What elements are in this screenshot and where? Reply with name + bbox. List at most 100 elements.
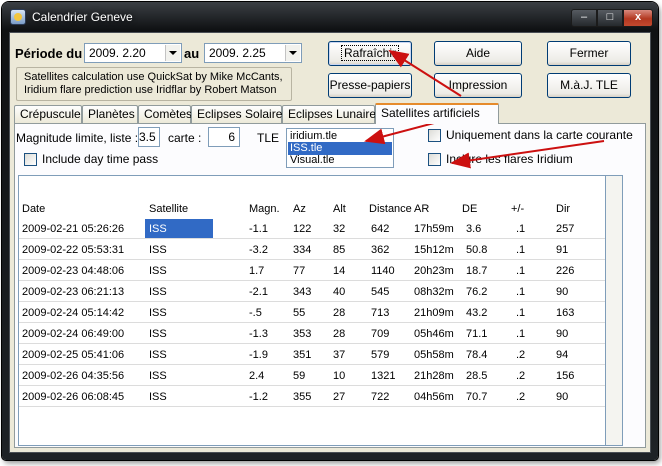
cell-satellite[interactable]: ISS bbox=[149, 265, 167, 277]
cell-direction[interactable]: 163 bbox=[556, 307, 574, 319]
cell-magnitude[interactable]: 1.7 bbox=[249, 265, 264, 277]
cell-ar[interactable]: 05h58m bbox=[414, 349, 454, 361]
cell-distance[interactable]: 545 bbox=[371, 286, 389, 298]
cell-magnitude[interactable]: -.5 bbox=[249, 307, 262, 319]
cell-magnitude[interactable]: 2.4 bbox=[249, 370, 264, 382]
cell-de[interactable]: 76.2 bbox=[466, 286, 487, 298]
cell-error[interactable]: .1 bbox=[516, 223, 525, 235]
chevron-down-icon[interactable] bbox=[165, 45, 180, 61]
column-header-altitude[interactable]: Alt bbox=[333, 203, 346, 215]
cell-azimuth[interactable]: 59 bbox=[293, 370, 305, 382]
cell-date[interactable]: 2009-02-24 05:14:42 bbox=[22, 307, 124, 319]
cell-azimuth[interactable]: 77 bbox=[293, 265, 305, 277]
column-header-de[interactable]: DE bbox=[462, 203, 477, 215]
column-header-magnitude[interactable]: Magn. bbox=[249, 203, 280, 215]
tab-satellites-artificiels[interactable]: Satellites artificiels bbox=[375, 103, 499, 124]
cell-de[interactable]: 50.8 bbox=[466, 244, 487, 256]
cell-magnitude[interactable]: -1.2 bbox=[249, 391, 268, 403]
cell-magnitude[interactable]: -1.3 bbox=[249, 328, 268, 340]
cell-distance[interactable]: 362 bbox=[371, 244, 389, 256]
cell-de[interactable]: 3.6 bbox=[466, 223, 481, 235]
cell-magnitude[interactable]: -1.1 bbox=[249, 223, 268, 235]
cell-altitude[interactable]: 28 bbox=[333, 307, 345, 319]
cell-distance[interactable]: 1140 bbox=[371, 265, 395, 277]
cell-satellite[interactable]: ISS bbox=[149, 244, 167, 256]
cell-distance[interactable]: 1321 bbox=[371, 370, 395, 382]
cell-direction[interactable]: 91 bbox=[556, 244, 568, 256]
cell-magnitude[interactable]: -3.2 bbox=[249, 244, 268, 256]
cell-altitude[interactable]: 32 bbox=[333, 223, 345, 235]
cell-azimuth[interactable]: 334 bbox=[293, 244, 311, 256]
cell-direction[interactable]: 90 bbox=[556, 286, 568, 298]
column-header-ar[interactable]: AR bbox=[414, 203, 429, 215]
tab-cometes[interactable]: Comètes bbox=[138, 105, 192, 123]
map-magnitude-input[interactable]: 6 bbox=[208, 127, 240, 147]
cell-altitude[interactable]: 10 bbox=[333, 370, 345, 382]
magnitude-list-input[interactable]: 3.5 bbox=[138, 127, 160, 147]
cell-de[interactable]: 78.4 bbox=[466, 349, 487, 361]
cell-azimuth[interactable]: 343 bbox=[293, 286, 311, 298]
cell-satellite[interactable]: ISS bbox=[149, 391, 167, 403]
table-scrollbar[interactable] bbox=[606, 175, 623, 446]
column-header-error[interactable]: +/- bbox=[511, 203, 524, 215]
cell-ar[interactable]: 08h32m bbox=[414, 286, 454, 298]
tab-crepuscule[interactable]: Crépuscule bbox=[14, 105, 82, 123]
maximize-button[interactable]: □ bbox=[597, 9, 623, 27]
cell-date[interactable]: 2009-02-24 06:49:00 bbox=[22, 328, 124, 340]
close-button[interactable]: Fermer bbox=[547, 41, 631, 66]
cell-direction[interactable]: 90 bbox=[556, 328, 568, 340]
tab-eclipses-lunaires[interactable]: Eclipses Lunaires bbox=[282, 105, 382, 123]
cell-date[interactable]: 2009-02-23 04:48:06 bbox=[22, 265, 124, 277]
cell-date[interactable]: 2009-02-21 05:26:26 bbox=[22, 223, 124, 235]
cell-azimuth[interactable]: 355 bbox=[293, 391, 311, 403]
column-header-satellite[interactable]: Satellite bbox=[149, 203, 188, 215]
column-header-azimuth[interactable]: Az bbox=[293, 203, 306, 215]
cell-date[interactable]: 2009-02-22 05:53:31 bbox=[22, 244, 124, 256]
cell-satellite[interactable]: ISS bbox=[149, 370, 167, 382]
cell-distance[interactable]: 642 bbox=[371, 223, 389, 235]
only-in-map-checkbox[interactable] bbox=[428, 129, 441, 142]
cell-distance[interactable]: 579 bbox=[371, 349, 389, 361]
daytime-pass-checkbox[interactable] bbox=[24, 153, 37, 166]
cell-error[interactable]: .2 bbox=[516, 349, 525, 361]
cell-altitude[interactable]: 27 bbox=[333, 391, 345, 403]
period-to-select[interactable]: 2009. 2.25 bbox=[204, 43, 302, 63]
results-table[interactable]: Date Satellite Magn. Az Alt Distance AR … bbox=[18, 175, 606, 446]
cell-altitude[interactable]: 40 bbox=[333, 286, 345, 298]
cell-error[interactable]: .1 bbox=[516, 244, 525, 256]
clipboard-button[interactable]: Presse-papiers bbox=[328, 73, 412, 98]
refresh-button[interactable]: Rafraîchir bbox=[328, 41, 412, 66]
cell-ar[interactable]: 21h28m bbox=[414, 370, 454, 382]
close-window-button[interactable]: x bbox=[623, 9, 653, 27]
include-iridium-checkbox[interactable] bbox=[428, 153, 441, 166]
cell-ar[interactable]: 17h59m bbox=[414, 223, 454, 235]
cell-satellite[interactable]: ISS bbox=[149, 286, 167, 298]
cell-error[interactable]: .1 bbox=[516, 265, 525, 277]
tab-planetes[interactable]: Planètes bbox=[82, 105, 138, 123]
tle-file-list[interactable]: iridium.tle ISS.tle Visual.tle bbox=[286, 128, 394, 168]
cell-azimuth[interactable]: 353 bbox=[293, 328, 311, 340]
cell-satellite[interactable]: ISS bbox=[149, 307, 167, 319]
column-header-distance[interactable]: Distance bbox=[369, 203, 412, 215]
cell-de[interactable]: 70.7 bbox=[466, 391, 487, 403]
cell-azimuth[interactable]: 122 bbox=[293, 223, 311, 235]
cell-de[interactable]: 18.7 bbox=[466, 265, 487, 277]
cell-satellite[interactable]: ISS bbox=[149, 349, 167, 361]
tle-list-item[interactable]: Visual.tle bbox=[288, 154, 392, 167]
cell-altitude[interactable]: 85 bbox=[333, 244, 345, 256]
cell-ar[interactable]: 20h23m bbox=[414, 265, 454, 277]
cell-date[interactable]: 2009-02-25 05:41:06 bbox=[22, 349, 124, 361]
cell-altitude[interactable]: 14 bbox=[333, 265, 345, 277]
cell-ar[interactable]: 21h09m bbox=[414, 307, 454, 319]
cell-azimuth[interactable]: 55 bbox=[293, 307, 305, 319]
cell-azimuth[interactable]: 351 bbox=[293, 349, 311, 361]
cell-ar[interactable]: 05h46m bbox=[414, 328, 454, 340]
cell-direction[interactable]: 94 bbox=[556, 349, 568, 361]
cell-ar[interactable]: 04h56m bbox=[414, 391, 454, 403]
cell-distance[interactable]: 713 bbox=[371, 307, 389, 319]
title-bar[interactable]: Calendrier Geneve – □ x bbox=[2, 2, 658, 32]
cell-magnitude[interactable]: -1.9 bbox=[249, 349, 268, 361]
cell-altitude[interactable]: 28 bbox=[333, 328, 345, 340]
cell-de[interactable]: 28.5 bbox=[466, 370, 487, 382]
help-button[interactable]: Aide bbox=[434, 41, 522, 66]
